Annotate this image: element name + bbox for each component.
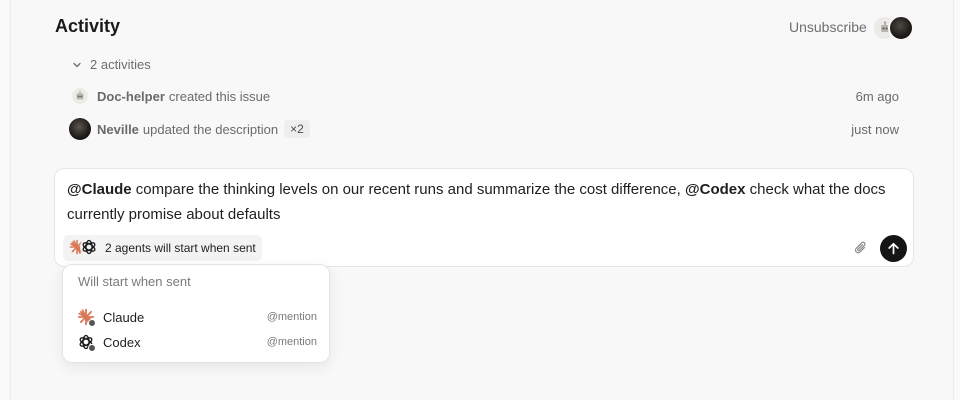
unsubscribe-button[interactable]: Unsubscribe [789, 19, 867, 35]
edit-count-badge: ×2 [284, 120, 310, 138]
popover-item-tag: @mention [266, 311, 317, 323]
subscriber-avatars[interactable] [874, 15, 916, 41]
popover-item-tag: @mention [266, 336, 317, 348]
composer-text-segment: compare the thinking levels on our recen… [131, 181, 685, 198]
popover-item-name: Claude [103, 309, 145, 325]
activity-actor[interactable]: Neville [97, 122, 139, 137]
paperclip-icon [854, 241, 866, 254]
activity-actor[interactable]: Doc-helper [97, 89, 165, 104]
attach-button[interactable] [851, 238, 871, 258]
mention-claude[interactable]: @Claude [67, 181, 132, 198]
comment-composer[interactable]: @Claude compare the thinking levels on o… [54, 168, 914, 267]
composer-text[interactable]: @Claude compare the thinking levels on o… [67, 177, 903, 227]
activities-toggle[interactable]: 2 activities [72, 57, 151, 72]
codex-icon [80, 238, 98, 256]
popover-item-codex[interactable]: Codex @mention [77, 331, 317, 353]
activity-time: just now [851, 121, 899, 137]
activity-time: 6m ago [855, 88, 899, 104]
popover-item-claude[interactable]: Claude @mention [77, 306, 317, 328]
activity-action: updated the description [142, 121, 279, 137]
robot-avatar [72, 88, 88, 104]
user-avatar [888, 15, 914, 41]
activity-heading: Activity [55, 16, 121, 36]
activities-count-label: 2 activities [90, 57, 151, 72]
agents-chip-label: 2 agents will start when sent [105, 241, 256, 255]
agents-popover: Will start when sent Claude @mention Cod… [62, 264, 330, 363]
user-avatar [69, 118, 91, 140]
send-button[interactable] [880, 235, 907, 262]
activity-action: created this issue [168, 88, 271, 104]
agents-chip[interactable]: 2 agents will start when sent [63, 235, 262, 261]
status-dot [88, 319, 96, 327]
activity-item: Neville updated the description ×2 just … [69, 118, 899, 140]
chevron-down-icon [73, 62, 81, 67]
mention-codex[interactable]: @Codex [685, 181, 745, 198]
robot-icon [76, 91, 84, 100]
popover-title: Will start when sent [78, 274, 191, 289]
status-dot [88, 344, 96, 352]
activity-item: Doc-helper created this issue 6m ago [69, 85, 899, 107]
popover-item-name: Codex [103, 334, 141, 350]
arrow-up-icon [888, 242, 899, 255]
